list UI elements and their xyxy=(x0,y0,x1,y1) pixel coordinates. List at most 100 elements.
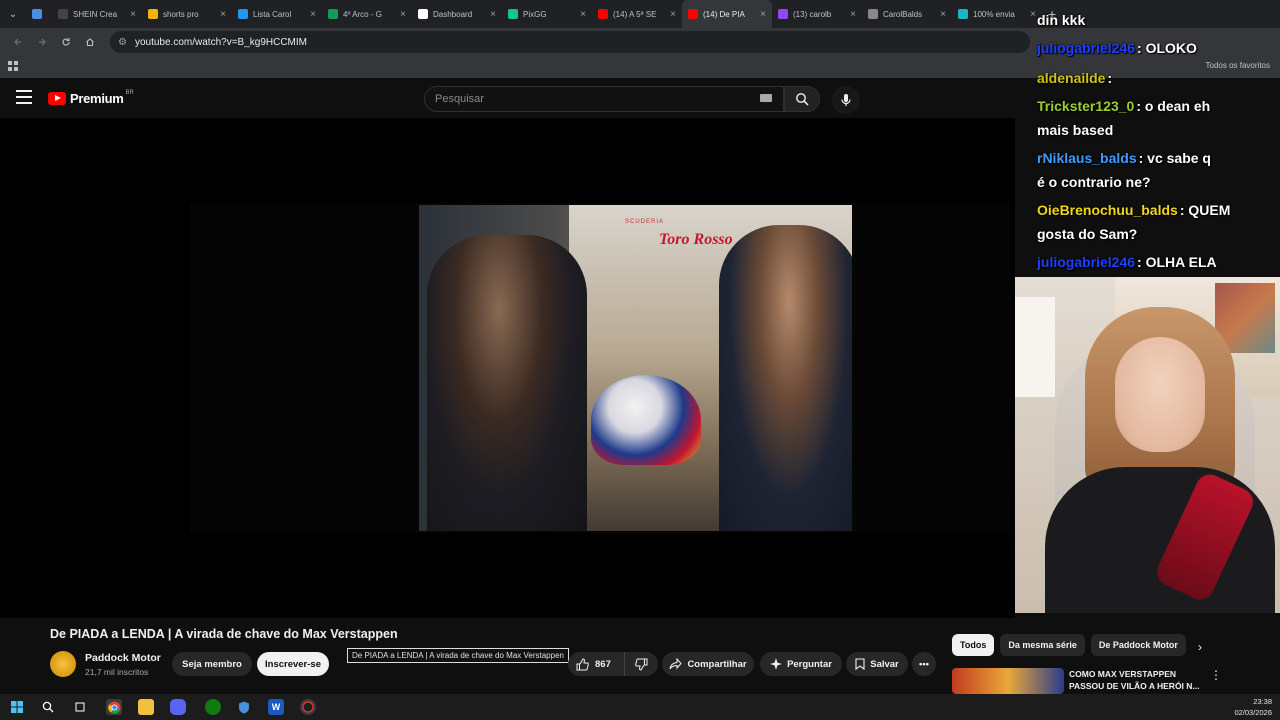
security-shield-icon[interactable] xyxy=(236,699,252,715)
system-clock[interactable]: 23:38 02/03/2026 xyxy=(1234,696,1272,718)
tab-close-icon[interactable]: × xyxy=(310,9,316,20)
title-tooltip: De PIADA a LENDA | A virada de chave do … xyxy=(347,648,569,663)
browser-tab[interactable]: CarolBalds × xyxy=(862,0,952,28)
chat-message-text: : OLOKO xyxy=(1137,40,1197,56)
subscribe-button[interactable]: Inscrever-se xyxy=(257,652,329,676)
ask-button[interactable]: Perguntar xyxy=(760,652,842,676)
browser-tab[interactable] xyxy=(26,0,52,28)
channel-name[interactable]: Paddock Motor xyxy=(85,652,161,664)
youtube-premium-logo[interactable]: Premium BR xyxy=(48,89,134,106)
browser-tab[interactable]: 4º Arco - G × xyxy=(322,0,412,28)
file-explorer-icon[interactable] xyxy=(138,699,154,715)
join-button[interactable]: Seja membro xyxy=(172,652,252,676)
browser-tab[interactable]: (13) carolb × xyxy=(772,0,862,28)
youtube-play-icon xyxy=(48,92,66,105)
country-code: BR xyxy=(125,89,134,96)
back-icon[interactable] xyxy=(6,30,30,54)
subscriber-count: 21,7 mil inscritos xyxy=(85,667,149,677)
dislike-button[interactable] xyxy=(624,652,658,676)
chat-message: é o contrario ne? xyxy=(1037,170,1153,194)
tab-title: Lista Carol xyxy=(253,9,292,19)
chrome-icon[interactable] xyxy=(106,699,122,715)
tab-close-icon[interactable]: × xyxy=(220,9,226,20)
video-frame[interactable]: SCUDERIA Toro Rosso xyxy=(419,205,852,531)
tab-close-icon[interactable]: × xyxy=(850,9,856,20)
tab-close-icon[interactable]: × xyxy=(400,9,406,20)
url-text: youtube.com/watch?v=B_kg9HCCMIM xyxy=(134,36,307,48)
taskbar-search-icon[interactable] xyxy=(40,699,56,715)
chat-username: é o contrario ne? xyxy=(1037,174,1151,190)
video-person-right xyxy=(719,225,852,531)
channel-avatar[interactable] xyxy=(50,651,76,677)
tab-title: 4º Arco - G xyxy=(343,9,382,19)
filter-chip[interactable]: Da mesma série xyxy=(1000,634,1085,656)
video-player[interactable]: SCUDERIA Toro Rosso xyxy=(0,118,1015,618)
tab-close-icon[interactable]: × xyxy=(130,9,136,20)
chat-username: din kkk xyxy=(1037,12,1086,28)
streamer-webcam xyxy=(1015,277,1280,613)
site-info-icon[interactable]: ⚙ xyxy=(118,37,127,48)
browser-tab[interactable]: Lista Carol × xyxy=(232,0,322,28)
webcam-streamer-face xyxy=(1115,337,1205,452)
browser-tab[interactable]: PixGG × xyxy=(502,0,592,28)
reload-icon[interactable] xyxy=(54,30,78,54)
tab-close-icon[interactable]: × xyxy=(490,9,496,20)
tab-close-icon[interactable]: × xyxy=(580,9,586,20)
obs-icon[interactable] xyxy=(300,699,316,715)
home-icon[interactable] xyxy=(78,30,102,54)
chat-username: mais based xyxy=(1037,122,1114,138)
tab-title: (13) carolb xyxy=(793,9,832,19)
share-icon xyxy=(669,658,683,670)
address-bar[interactable]: ⚙ youtube.com/watch?v=B_kg9HCCMIM xyxy=(110,31,1030,53)
tab-title: PixGG xyxy=(523,9,547,19)
tab-favicon-icon xyxy=(32,9,42,19)
tab-favicon-icon xyxy=(148,9,158,19)
voice-search-button[interactable] xyxy=(832,86,860,114)
discord-icon[interactable] xyxy=(170,699,186,715)
kebab-menu-icon[interactable]: ⋮ xyxy=(1210,668,1222,682)
chat-username: gosta do Sam? xyxy=(1037,226,1138,242)
recommendation-thumbnail[interactable] xyxy=(952,668,1064,694)
chat-message-text: : OLHA ELA xyxy=(1137,254,1217,270)
search-input[interactable]: Pesquisar xyxy=(424,86,784,112)
video-person-left xyxy=(427,235,587,531)
word-icon[interactable]: W xyxy=(268,699,284,715)
more-actions-icon[interactable]: ••• xyxy=(912,652,936,676)
tab-title: (14) De PIA xyxy=(703,9,745,19)
thumbs-down-icon xyxy=(635,658,648,671)
tab-favicon-icon xyxy=(238,9,248,19)
filter-chip[interactable]: Todos xyxy=(952,634,995,656)
chat-username: aldenailde xyxy=(1037,70,1106,86)
tab-close-icon[interactable]: × xyxy=(940,9,946,20)
tab-close-icon[interactable]: × xyxy=(670,9,676,20)
filter-chip[interactable]: De Paddock Motor xyxy=(1090,634,1186,656)
like-button[interactable]: 867 xyxy=(568,652,622,676)
browser-tab[interactable]: SHEIN Crea × xyxy=(52,0,142,28)
browser-tab[interactable]: (14) De PIA × xyxy=(682,0,772,28)
save-button[interactable]: Salvar xyxy=(846,652,908,676)
chat-message: rNiklaus_balds: vc sabe q xyxy=(1037,146,1211,170)
microphone-icon xyxy=(841,94,851,106)
forward-icon[interactable] xyxy=(30,30,54,54)
recommendation-title[interactable]: COMO MAX VERSTAPPEN PASSOU DE VILÃO A HE… xyxy=(1069,668,1209,692)
tab-favicon-icon xyxy=(508,9,518,19)
video-title: De PIADA a LENDA | A virada de chave do … xyxy=(50,627,398,641)
browser-tab[interactable]: (14) A 5ª SE × xyxy=(592,0,682,28)
browser-tab[interactable]: Dashboard × xyxy=(412,0,502,28)
share-button[interactable]: Compartilhar xyxy=(662,652,754,676)
menu-icon[interactable] xyxy=(16,90,32,104)
windows-start-icon[interactable] xyxy=(9,699,25,715)
search-button[interactable] xyxy=(784,86,820,112)
browser-tab[interactable]: shorts pro × xyxy=(142,0,232,28)
save-label: Salvar xyxy=(870,658,899,670)
tab-search-icon[interactable]: ⌄ xyxy=(0,0,26,28)
browser-tab[interactable]: 100% envia × xyxy=(952,0,1042,28)
chevron-right-icon[interactable]: › xyxy=(1198,640,1202,654)
task-view-icon[interactable] xyxy=(72,699,88,715)
tab-close-icon[interactable]: × xyxy=(760,9,766,20)
tab-favicon-icon xyxy=(688,9,698,19)
keyboard-icon[interactable] xyxy=(760,94,772,102)
xbox-icon[interactable] xyxy=(205,699,221,715)
apps-grid-icon[interactable] xyxy=(8,61,18,73)
chat-username: rNiklaus_balds xyxy=(1037,150,1137,166)
